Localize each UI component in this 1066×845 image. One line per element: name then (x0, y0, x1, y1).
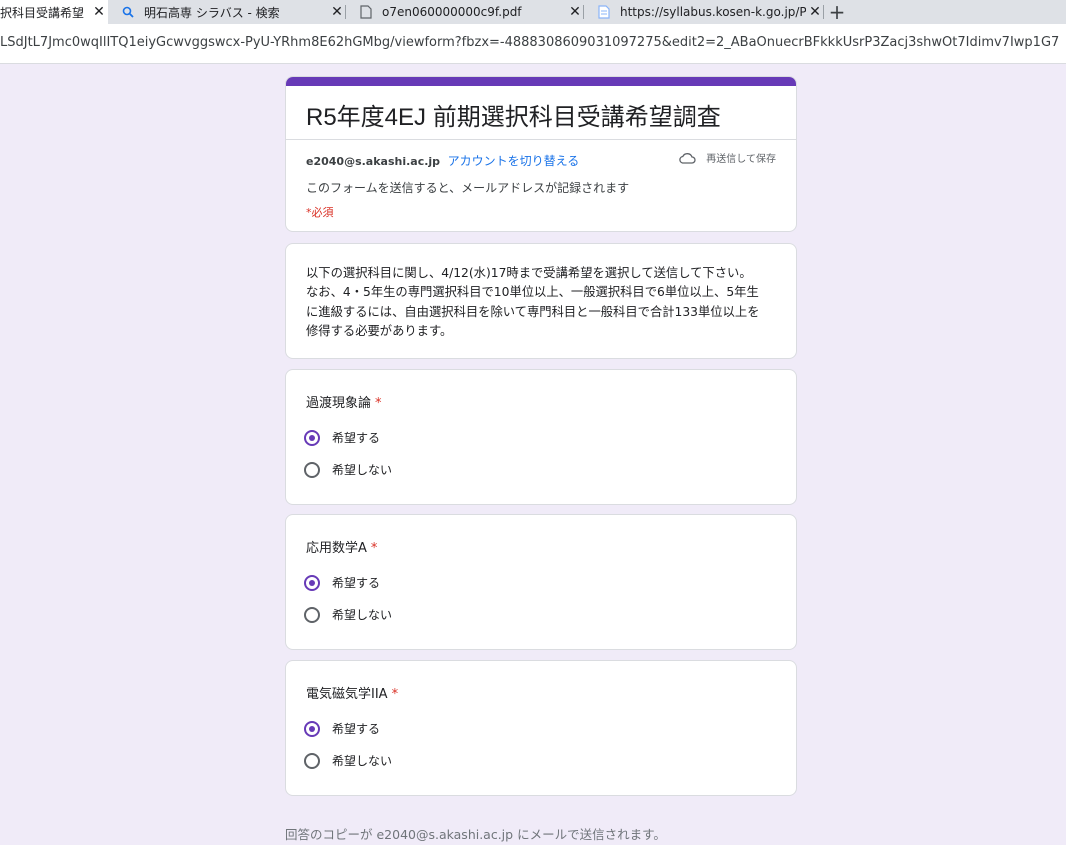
required-mark: * (370, 541, 378, 556)
save-status: 再送信して保存 (678, 150, 776, 165)
question-title-text: 電気磁気学IIA (306, 687, 388, 702)
required-note: *必須 (306, 206, 334, 219)
radio-unchecked[interactable] (304, 606, 320, 623)
option-not-want[interactable]: 希望しない (304, 461, 392, 478)
question-title: 過渡現象論 * (306, 392, 382, 411)
tab-syllabus[interactable]: https://syllabus.kosen-k.go.jp/Pa ✕ (584, 0, 824, 24)
document-icon (358, 4, 374, 20)
save-status-text: 再送信して保存 (706, 154, 776, 165)
required-mark: * (375, 396, 382, 411)
switch-account-link[interactable]: アカウントを切り替える (448, 154, 580, 168)
divider (286, 139, 796, 140)
description-line: に進級するには、自由選択科目を除いて専門科目と一般科目で合計133単位以上を (306, 304, 760, 319)
option-label: 希望する (332, 722, 381, 736)
option-label: 希望しない (332, 754, 393, 768)
description-card: 以下の選択科目に関し、4/12(水)17時まで受講希望を選択して送信して下さい。… (285, 243, 797, 359)
search-icon (120, 4, 136, 20)
tab-title: 明石高専 シラバス - 検索 (144, 5, 280, 20)
option-want[interactable]: 希望する (304, 574, 380, 591)
tab-bar: 択科目受講希望 ✕ 明石高専 シラバス - 検索 ✕ o7en060000000… (0, 0, 1066, 24)
question-card-transient: 過渡現象論 * 希望する 希望しない (285, 369, 797, 505)
tab-form[interactable]: 択科目受講希望 ✕ (0, 0, 108, 24)
radio-unchecked[interactable] (304, 752, 320, 769)
description-text: 以下の選択科目に関し、4/12(水)17時まで受講希望を選択して送信して下さい。… (306, 264, 778, 341)
description-line: 以下の選択科目に関し、4/12(水)17時まで受講希望を選択して送信して下さい。 (306, 266, 752, 280)
option-want[interactable]: 希望する (304, 429, 380, 446)
tab-title: 択科目受講希望 (0, 5, 85, 20)
close-icon[interactable]: ✕ (806, 4, 824, 20)
close-icon[interactable]: ✕ (566, 4, 584, 20)
accent-bar (286, 77, 796, 86)
option-label: 希望しない (332, 463, 393, 477)
record-notice: このフォームを送信すると、メールアドレスが記録されます (306, 181, 630, 195)
account-row: e2040@s.akashi.ac.jp アカウントを切り替える (306, 152, 579, 169)
close-icon[interactable]: ✕ (328, 4, 346, 20)
account-email: e2040@s.akashi.ac.jp (306, 155, 441, 168)
page-icon (596, 4, 612, 20)
radio-checked[interactable] (304, 574, 320, 591)
description-line: なお、4・5年生の専門選択科目で10単位以上、一般選択科目で6単位以上、5年生 (306, 285, 759, 300)
form-header-card: R5年度4EJ 前期選択科目受講希望調査 e2040@s.akashi.ac.j… (285, 76, 797, 232)
option-want[interactable]: 希望する (304, 720, 380, 737)
question-title-text: 過渡現象論 (306, 396, 372, 411)
option-label: 希望する (332, 431, 381, 445)
question-title: 応用数学A * (306, 537, 377, 556)
radio-checked[interactable] (304, 429, 320, 446)
radio-checked[interactable] (304, 720, 320, 737)
tab-search[interactable]: 明石高専 シラバス - 検索 ✕ (108, 0, 346, 24)
question-card-electromagnetism: 電気磁気学IIA * 希望する 希望しない (285, 660, 797, 796)
required-mark: * (391, 687, 399, 702)
url-text[interactable]: LSdJtL7Jmc0wqIlITQ1eiyGcwvggswcx-PyU-YRh… (0, 35, 1060, 50)
new-tab-button[interactable]: + (824, 0, 850, 24)
question-card-applied-math: 応用数学A * 希望する 希望しない (285, 514, 797, 650)
form-title: R5年度4EJ 前期選択科目受講希望調査 (306, 104, 721, 131)
option-not-want[interactable]: 希望しない (304, 606, 392, 623)
radio-unchecked[interactable] (304, 461, 320, 478)
tab-pdf[interactable]: o7en060000000c9f.pdf ✕ (346, 0, 584, 24)
question-title: 電気磁気学IIA * (306, 683, 398, 702)
option-not-want[interactable]: 希望しない (304, 752, 392, 769)
cloud-icon (679, 152, 696, 164)
address-bar[interactable]: LSdJtL7Jmc0wqIlITQ1eiyGcwvggswcx-PyU-YRh… (0, 24, 1066, 64)
tab-title: https://syllabus.kosen-k.go.jp/Pa (620, 5, 806, 19)
tab-title: o7en060000000c9f.pdf (382, 5, 522, 19)
copy-notice: 回答のコピーが e2040@s.akashi.ac.jp にメールで送信されます… (285, 827, 666, 842)
option-label: 希望する (332, 576, 381, 590)
option-label: 希望しない (332, 608, 393, 622)
close-icon[interactable]: ✕ (90, 4, 108, 20)
question-title-text: 応用数学A (306, 541, 367, 556)
description-line: 修得する必要があります。 (306, 323, 453, 338)
